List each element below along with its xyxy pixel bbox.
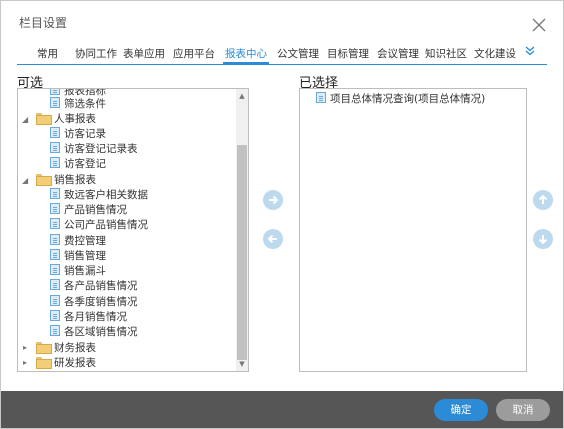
- tree-item[interactable]: 致远客户相关数据: [50, 188, 148, 203]
- dialog-footer: 确定 取消: [1, 391, 563, 428]
- tab-form-apps[interactable]: 表单应用: [123, 46, 165, 61]
- report-file-icon: [50, 127, 60, 138]
- tab-common[interactable]: 常用: [37, 46, 58, 61]
- tab-report-center[interactable]: 报表中心: [223, 46, 269, 64]
- expand-arrow-icon[interactable]: ▸: [23, 359, 31, 367]
- tree-folder[interactable]: ◢ 销售报表: [22, 173, 96, 188]
- scroll-thumb[interactable]: [237, 145, 247, 360]
- report-file-icon: [50, 249, 60, 260]
- add-selected-button[interactable]: [263, 190, 283, 210]
- folder-icon: [36, 342, 52, 354]
- tree-item[interactable]: 产品销售情况: [50, 203, 127, 218]
- tree-item[interactable]: 各产品销售情况: [50, 279, 138, 294]
- tree-item[interactable]: 各月销售情况: [50, 310, 127, 325]
- tree-folder[interactable]: ▸ 财务报表: [22, 341, 96, 356]
- folder-icon: [36, 113, 52, 125]
- scroll-down-icon[interactable]: ▼: [238, 360, 246, 368]
- tab-knowledge-community[interactable]: 知识社区: [425, 46, 467, 61]
- tree-item[interactable]: 访客登记: [50, 157, 106, 172]
- tree-item[interactable]: 销售管理: [50, 249, 106, 264]
- report-file-icon: [50, 89, 60, 95]
- list-item[interactable]: 项目总体情况查询(项目总体情况): [316, 92, 485, 107]
- confirm-button[interactable]: 确定: [434, 399, 488, 421]
- dialog-title: 栏目设置: [19, 16, 68, 30]
- tab-meeting-management[interactable]: 会议管理: [377, 46, 419, 61]
- report-file-icon: [50, 264, 60, 275]
- move-up-button[interactable]: [533, 190, 553, 210]
- vertical-scrollbar[interactable]: ▲ ▼: [236, 89, 248, 371]
- scroll-up-icon[interactable]: ▲: [238, 92, 246, 100]
- column-settings-dialog: 栏目设置 常用 协同工作 表单应用 应用平台 报表中心 公文管理 目标管理 会议…: [0, 0, 564, 429]
- tab-document-management[interactable]: 公文管理: [277, 46, 319, 61]
- tab-collaboration[interactable]: 协同工作: [75, 46, 117, 61]
- report-file-icon: [50, 157, 60, 168]
- folder-icon: [36, 357, 52, 369]
- tab-culture-building[interactable]: 文化建设: [474, 46, 516, 61]
- title-bar: 栏目设置: [1, 1, 563, 41]
- arrow-right-icon: [269, 195, 279, 205]
- report-file-icon: [50, 218, 60, 229]
- arrow-up-icon: [538, 194, 548, 204]
- collapse-arrow-icon[interactable]: ◢: [22, 116, 30, 124]
- collapse-arrow-icon[interactable]: ◢: [22, 177, 30, 185]
- folder-icon: [36, 174, 52, 186]
- selected-list-panel: 项目总体情况查询(项目总体情况): [299, 88, 527, 372]
- tree-item[interactable]: 公司产品销售情况: [50, 218, 148, 233]
- remove-selected-button[interactable]: [263, 229, 283, 249]
- tree-item[interactable]: 访客登记记录表: [50, 142, 138, 157]
- report-file-icon: [50, 295, 60, 306]
- expand-arrow-icon[interactable]: ▸: [23, 344, 31, 352]
- more-tabs-icon[interactable]: [525, 46, 535, 59]
- report-file-icon: [50, 97, 60, 108]
- tree-item[interactable]: 各季度销售情况: [50, 295, 138, 310]
- report-file-icon: [50, 142, 60, 153]
- move-down-button[interactable]: [533, 229, 553, 249]
- tab-app-platform[interactable]: 应用平台: [173, 46, 215, 61]
- tree-folder[interactable]: ◢ 人事报表: [22, 112, 96, 127]
- tab-goal-management[interactable]: 目标管理: [327, 46, 369, 61]
- arrow-down-icon: [538, 235, 548, 245]
- category-tabs: 常用 协同工作 表单应用 应用平台 报表中心 公文管理 目标管理 会议管理 知识…: [17, 41, 547, 65]
- tree-item[interactable]: 筛选条件: [50, 97, 106, 112]
- tree-item[interactable]: 费控管理: [50, 234, 106, 249]
- report-file-icon: [50, 310, 60, 321]
- report-file-icon: [316, 92, 326, 103]
- tree-item[interactable]: 销售漏斗: [50, 264, 106, 279]
- tree-item[interactable]: 访客记录: [50, 127, 106, 142]
- tree-folder[interactable]: ▸ 研发报表: [22, 356, 96, 371]
- report-file-icon: [50, 234, 60, 245]
- cancel-button[interactable]: 取消: [496, 399, 550, 421]
- close-icon[interactable]: [531, 17, 547, 33]
- report-file-icon: [50, 188, 60, 199]
- report-file-icon: [50, 279, 60, 290]
- arrow-left-icon: [267, 234, 277, 244]
- tree-item[interactable]: 各区域销售情况: [50, 325, 138, 340]
- available-tree-panel: 报表指标 筛选条件 ◢ 人事报表 访客记录 访客登记记录表 访客登记 ◢ 销售报表 …: [17, 88, 249, 372]
- report-file-icon: [50, 203, 60, 214]
- report-file-icon: [50, 325, 60, 336]
